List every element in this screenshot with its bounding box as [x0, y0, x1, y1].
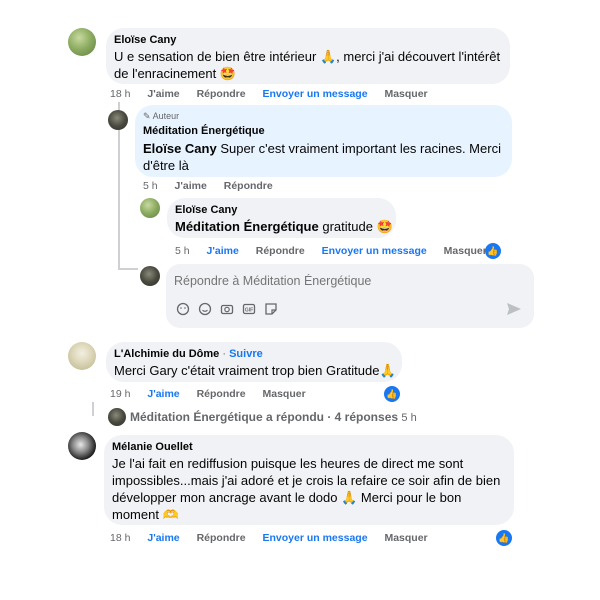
avatar[interactable] — [68, 342, 96, 370]
timestamp[interactable]: 5 h — [175, 245, 190, 257]
comment-header: L'Alchimie du Dôme · Suivre — [114, 348, 263, 360]
comment-actions: 5 h J'aime Répondre — [143, 180, 287, 192]
comment-author[interactable]: Eloïse Cany — [175, 204, 237, 216]
reply-button[interactable]: Répondre — [256, 245, 305, 257]
svg-text:GIF: GIF — [245, 307, 253, 313]
comment-actions: 18 h J'aime Répondre Envoyer un message … — [110, 532, 442, 544]
comment-author[interactable]: L'Alchimie du Dôme — [114, 348, 219, 360]
comment-bubble: L'Alchimie du Dôme · Suivre Merci Gary c… — [106, 342, 402, 382]
hide-button[interactable]: Masquer — [444, 245, 487, 257]
reply-button[interactable]: Répondre — [197, 532, 246, 544]
reply-box: GIF — [166, 264, 534, 328]
avatar — [140, 266, 160, 286]
hide-button[interactable]: Masquer — [263, 388, 306, 400]
avatar[interactable] — [68, 28, 96, 56]
send-message-button[interactable]: Envoyer un message — [263, 88, 368, 100]
like-icon: 👍 — [384, 386, 400, 402]
send-icon[interactable] — [506, 302, 522, 316]
like-icon: 👍 — [496, 530, 512, 546]
reply-button[interactable]: Répondre — [197, 388, 246, 400]
comment-author[interactable]: Méditation Énergétique — [143, 125, 265, 137]
comment-text: Merci Gary c'était vraiment trop bien Gr… — [114, 363, 396, 378]
comment-bubble: Eloïse Cany Méditation Énergétique grati… — [167, 198, 396, 238]
gif-icon[interactable]: GIF — [242, 302, 256, 316]
avatar[interactable] — [140, 198, 160, 218]
like-button[interactable]: J'aime — [207, 245, 239, 257]
comment-actions: 18 h J'aime Répondre Envoyer un message … — [110, 88, 442, 100]
reply-button[interactable]: Répondre — [224, 180, 273, 192]
comment-actions: 5 h J'aime Répondre Envoyer un message M… — [175, 245, 501, 257]
send-message-button[interactable]: Envoyer un message — [263, 532, 368, 544]
comment-bubble: Eloïse Cany U e sensation de bien être i… — [106, 28, 510, 84]
author-reply-bubble: ✎ Auteur Méditation Énergétique Eloïse C… — [135, 105, 512, 177]
mention[interactable]: Méditation Énergétique — [175, 219, 319, 234]
avatar[interactable] — [68, 432, 96, 460]
comment-text: Méditation Énergétique gratitude 🤩 — [175, 219, 393, 234]
avatar-sticker-icon[interactable] — [176, 302, 190, 316]
like-button[interactable]: J'aime — [147, 388, 179, 400]
avatar[interactable] — [108, 110, 128, 130]
reply-input[interactable] — [172, 270, 526, 292]
view-replies-link[interactable]: Méditation Énergétique a répondu · 4 rép… — [130, 410, 417, 424]
comment-author[interactable]: Mélanie Ouellet — [112, 441, 193, 453]
avatar — [108, 408, 126, 426]
hide-button[interactable]: Masquer — [384, 532, 427, 544]
like-icon: 👍 — [485, 243, 501, 259]
mention[interactable]: Eloïse Cany — [143, 141, 217, 156]
like-button[interactable]: J'aime — [147, 532, 179, 544]
camera-icon[interactable] — [220, 302, 234, 316]
comment-text: Je l'ai fait en rediffusion puisque les … — [112, 456, 501, 522]
timestamp[interactable]: 18 h — [110, 532, 130, 544]
timestamp[interactable]: 5 h — [143, 180, 158, 192]
timestamp[interactable]: 18 h — [110, 88, 130, 100]
author-badge: ✎ Auteur — [143, 111, 180, 121]
reply-toolbar: GIF — [176, 302, 278, 316]
thread-line — [92, 402, 94, 416]
send-message-button[interactable]: Envoyer un message — [322, 245, 427, 257]
emoji-icon[interactable] — [198, 302, 212, 316]
comment-actions: 19 h J'aime Répondre Masquer — [110, 388, 320, 400]
comment-text: Eloïse Cany Super c'est vraiment importa… — [143, 141, 501, 173]
sticker-icon[interactable] — [264, 302, 278, 316]
comment-bubble: Mélanie Ouellet Je l'ai fait en rediffus… — [104, 435, 514, 525]
reply-button[interactable]: Répondre — [197, 88, 246, 100]
thread-line-curve — [118, 268, 138, 270]
hide-button[interactable]: Masquer — [384, 88, 427, 100]
comment-text: U e sensation de bien être intérieur 🙏, … — [114, 49, 501, 81]
timestamp[interactable]: 19 h — [110, 388, 130, 400]
pencil-icon: ✎ — [143, 111, 151, 121]
like-button[interactable]: J'aime — [175, 180, 207, 192]
like-button[interactable]: J'aime — [147, 88, 179, 100]
comment-author[interactable]: Eloïse Cany — [114, 34, 176, 46]
follow-button[interactable]: Suivre — [229, 348, 263, 360]
